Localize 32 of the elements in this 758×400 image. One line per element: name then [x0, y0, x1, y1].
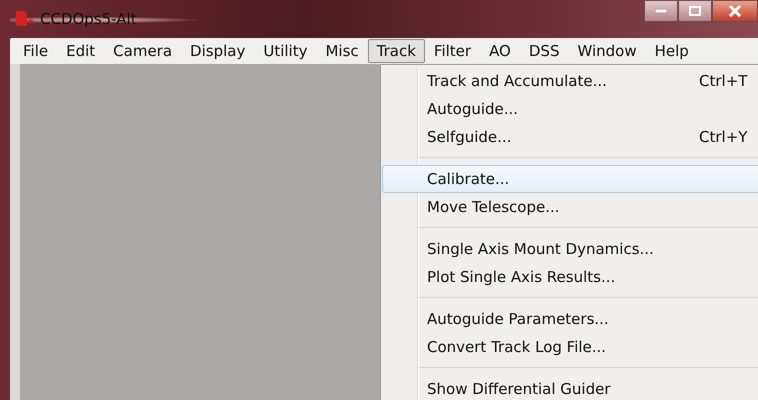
close-button[interactable]	[712, 0, 758, 22]
menu-item[interactable]: Misc	[316, 39, 368, 63]
menu-item[interactable]: Autoguide...	[382, 95, 758, 123]
menu-item[interactable]: Filter	[424, 39, 480, 63]
menu-item[interactable]: AO	[480, 39, 520, 63]
close-icon	[729, 5, 741, 17]
menu-item[interactable]: Edit	[57, 39, 104, 63]
minimize-icon	[655, 9, 667, 13]
menu-item[interactable]: Track	[368, 39, 425, 63]
menu-item[interactable]: Calibrate...	[382, 165, 758, 193]
window-title: CCDOps5-Alt	[40, 8, 137, 30]
shortcut-label: Ctrl+Y	[699, 126, 748, 148]
menu-item[interactable]: Camera	[104, 39, 182, 63]
menu-item[interactable]: File	[14, 39, 58, 63]
menu-item[interactable]: DSS	[520, 39, 568, 63]
minimize-button[interactable]	[644, 0, 678, 22]
menu-item[interactable]: Move Telescope...	[382, 193, 758, 221]
shortcut-label: Ctrl+T	[699, 70, 748, 92]
menu-item[interactable]: Track and Accumulate... Ctrl+T	[382, 67, 758, 95]
menu-item[interactable]: Selfguide... Ctrl+Y	[382, 123, 758, 151]
menu-item[interactable]: Display	[181, 39, 254, 63]
menu-item[interactable]: Window	[568, 39, 646, 63]
maximize-icon	[689, 6, 701, 16]
menu-item[interactable]: Single Axis Mount Dynamics...	[382, 235, 758, 263]
app-icon	[14, 9, 34, 29]
menu-item[interactable]: Utility	[254, 39, 316, 63]
menu-item[interactable]: Autoguide Parameters...	[382, 305, 758, 333]
menu-item[interactable]: Plot Single Axis Results...	[382, 263, 758, 291]
maximize-button[interactable]	[678, 0, 712, 22]
menu-item[interactable]: Convert Track Log File...	[382, 333, 758, 361]
menu-item[interactable]: Show Differential Guider	[382, 375, 758, 400]
menu-item[interactable]: Help	[646, 39, 698, 63]
